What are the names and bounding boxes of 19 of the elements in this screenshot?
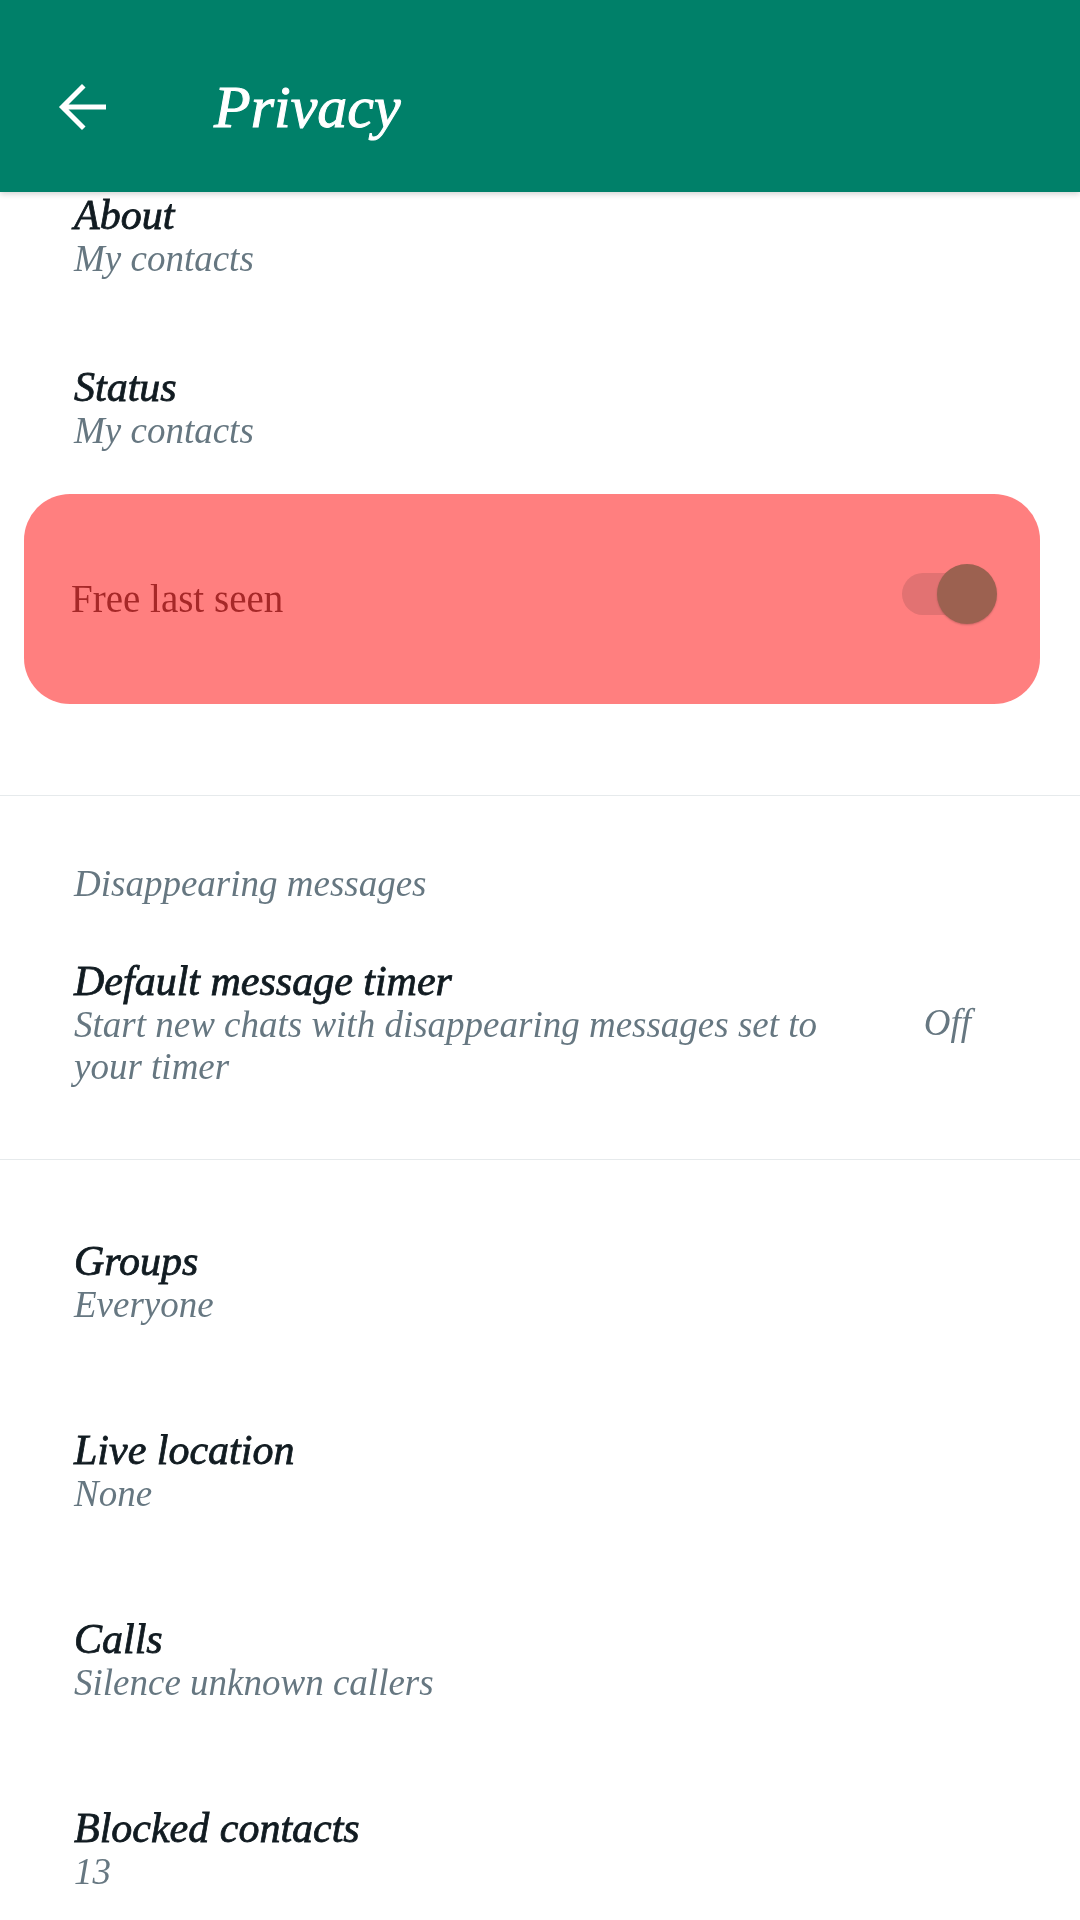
- setting-subtitle: None: [74, 1473, 154, 1515]
- screen-title: Privacy: [214, 73, 402, 142]
- setting-value: Off: [923, 1002, 977, 1044]
- setting-subtitle: My contacts: [74, 238, 255, 280]
- toggle-label: Free last seen: [71, 576, 284, 622]
- back-arrow-icon: [58, 83, 106, 131]
- section-header: Disappearing messages: [74, 862, 428, 906]
- setting-subtitle: My contacts: [74, 410, 255, 452]
- setting-title[interactable]: Default message timer: [74, 958, 457, 1004]
- toggle-switch[interactable]: [902, 564, 997, 624]
- setting-title[interactable]: Groups: [74, 1238, 204, 1284]
- setting-subtitle: Silence unknown callers: [74, 1662, 435, 1704]
- back-button[interactable]: [58, 83, 106, 131]
- setting-subtitle: 13: [74, 1851, 112, 1893]
- setting-title[interactable]: Live location: [74, 1427, 300, 1473]
- setting-title[interactable]: Blocked contacts: [74, 1805, 365, 1851]
- setting-title[interactable]: Calls: [74, 1616, 168, 1662]
- setting-title[interactable]: Status: [74, 364, 182, 410]
- setting-subtitle: Everyone: [74, 1284, 215, 1326]
